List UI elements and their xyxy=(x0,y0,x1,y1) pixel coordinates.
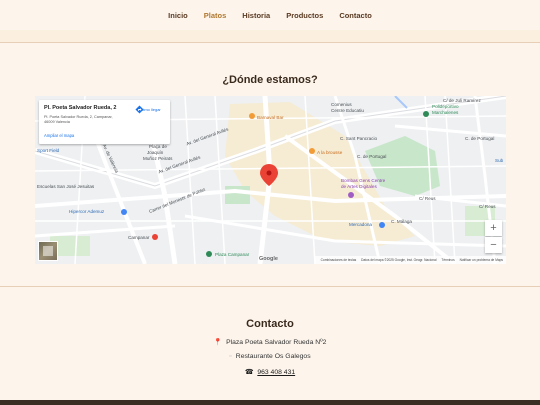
museum-poi-icon[interactable] xyxy=(348,192,354,198)
nav-item-productos[interactable]: Productos xyxy=(286,11,323,20)
address-text: Plaza Poeta Salvador Rueda Nº2 xyxy=(226,339,327,346)
map-label: C. de Portugal xyxy=(357,154,387,159)
map-label: Bombas Gens Centre xyxy=(341,178,386,183)
nav-item-platos[interactable]: Platos xyxy=(204,11,227,20)
zoom-in-button[interactable]: + xyxy=(485,220,502,236)
map-label: Plaça de xyxy=(149,144,167,149)
map-label: Plaza Campanar xyxy=(215,252,250,257)
nav-item-contacto[interactable]: Contacto xyxy=(339,11,372,20)
contact-address: 📍 Plaza Poeta Salvador Rueda Nº2 xyxy=(0,338,540,346)
map-label: Mercadona xyxy=(349,222,372,227)
map-label: Joaquín xyxy=(147,150,164,155)
map-label: Muñoz Peirats xyxy=(143,156,173,161)
contact-title: Contacto xyxy=(246,318,294,330)
place-name: Pl. Poeta Salvador Rueda, 2 xyxy=(44,105,117,111)
place-info-card: Pl. Poeta Salvador Rueda, 2 Pl. Poeta Sa… xyxy=(39,100,170,144)
place-address: Pl. Poeta Salvador Rueda, 2, Campanar, 4… xyxy=(44,115,113,124)
phone-icon: ☎ xyxy=(244,369,254,376)
map-label: A la brousse xyxy=(317,150,343,155)
map-label: Polideportivo xyxy=(432,104,459,109)
map-label: de Artes Digitales xyxy=(341,184,377,189)
zoom-out-button[interactable]: − xyxy=(485,237,502,253)
map-label: Centre Educatiu xyxy=(331,108,364,113)
map-label: Comenius xyxy=(331,102,352,107)
transit-poi-icon[interactable] xyxy=(152,234,158,240)
nav-item-historia[interactable]: Historia xyxy=(242,11,270,20)
map-label: Barnaval Bar xyxy=(257,115,284,120)
phone-link[interactable]: ☎ 963 408 431 xyxy=(245,369,295,376)
map-label: C/ Reus xyxy=(479,204,496,209)
footer-bar xyxy=(0,400,540,405)
park-poi-icon[interactable] xyxy=(206,251,212,257)
sports-poi-icon[interactable] xyxy=(423,111,429,117)
nav-item-inicio[interactable]: Inicio xyxy=(168,11,188,20)
terms-link[interactable]: Términos xyxy=(441,258,454,262)
map-attribution: Combinaciones de teclas Datos del mapa ©… xyxy=(313,256,506,264)
contact-phone: ☎ 963 408 431 xyxy=(0,368,540,376)
phone-text: 963 408 431 xyxy=(257,369,296,376)
map-label: C. de Portugal xyxy=(465,136,495,141)
layers-icon xyxy=(43,246,53,256)
map-label: C/ de Juli Ramírez xyxy=(443,98,481,103)
restaurant-poi-icon[interactable] xyxy=(249,113,255,119)
contact-restaurant: ▫ Restaurante Os Galegos xyxy=(0,353,540,360)
top-nav: Inicio Platos Historia Productos Contact… xyxy=(0,0,540,30)
map-label: Escuelas San José Jesuitas xyxy=(37,184,95,189)
divider xyxy=(0,42,540,43)
keyboard-shortcuts-link[interactable]: Combinaciones de teclas xyxy=(321,258,357,262)
shopping-poi-icon[interactable] xyxy=(379,222,385,228)
map-data-text: Datos del mapa ©2025 Google, Inst. Geogr… xyxy=(361,258,437,262)
map-label: Hipercor Ademuz xyxy=(69,209,105,214)
map-label: Sport Field xyxy=(37,148,60,153)
restaurant-poi-icon[interactable] xyxy=(309,148,315,154)
map-label: Campanar xyxy=(128,235,150,240)
map-label: Sub xyxy=(495,158,504,163)
pin-icon: 📍 xyxy=(213,339,223,346)
divider xyxy=(0,286,540,287)
google-logo: Google xyxy=(259,256,278,262)
location-title: ¿Dónde estamos? xyxy=(222,74,318,86)
directions-icon xyxy=(135,105,144,114)
map-label: C. Málaga xyxy=(391,219,412,224)
map-label: C/ Reus xyxy=(419,196,436,201)
restaurant-text: Restaurante Os Galegos xyxy=(235,353,311,360)
embedded-map[interactable]: C/ de Juli Ramírez Comenius Centre Educa… xyxy=(35,96,506,264)
map-type-thumbnail[interactable] xyxy=(38,241,58,261)
building-icon: ▫ xyxy=(229,353,232,360)
shopping-poi-icon[interactable] xyxy=(121,209,127,215)
report-problem-link[interactable]: Notificar un problema de Maps xyxy=(460,258,503,262)
larger-map-link[interactable]: Ampliar el mapa xyxy=(44,133,74,138)
directions-button[interactable]: Cómo llegar xyxy=(135,105,165,114)
map-label: C. Sant Pancracio xyxy=(340,136,378,141)
map-label: Marchalenes xyxy=(432,110,459,115)
header-band xyxy=(0,30,540,42)
